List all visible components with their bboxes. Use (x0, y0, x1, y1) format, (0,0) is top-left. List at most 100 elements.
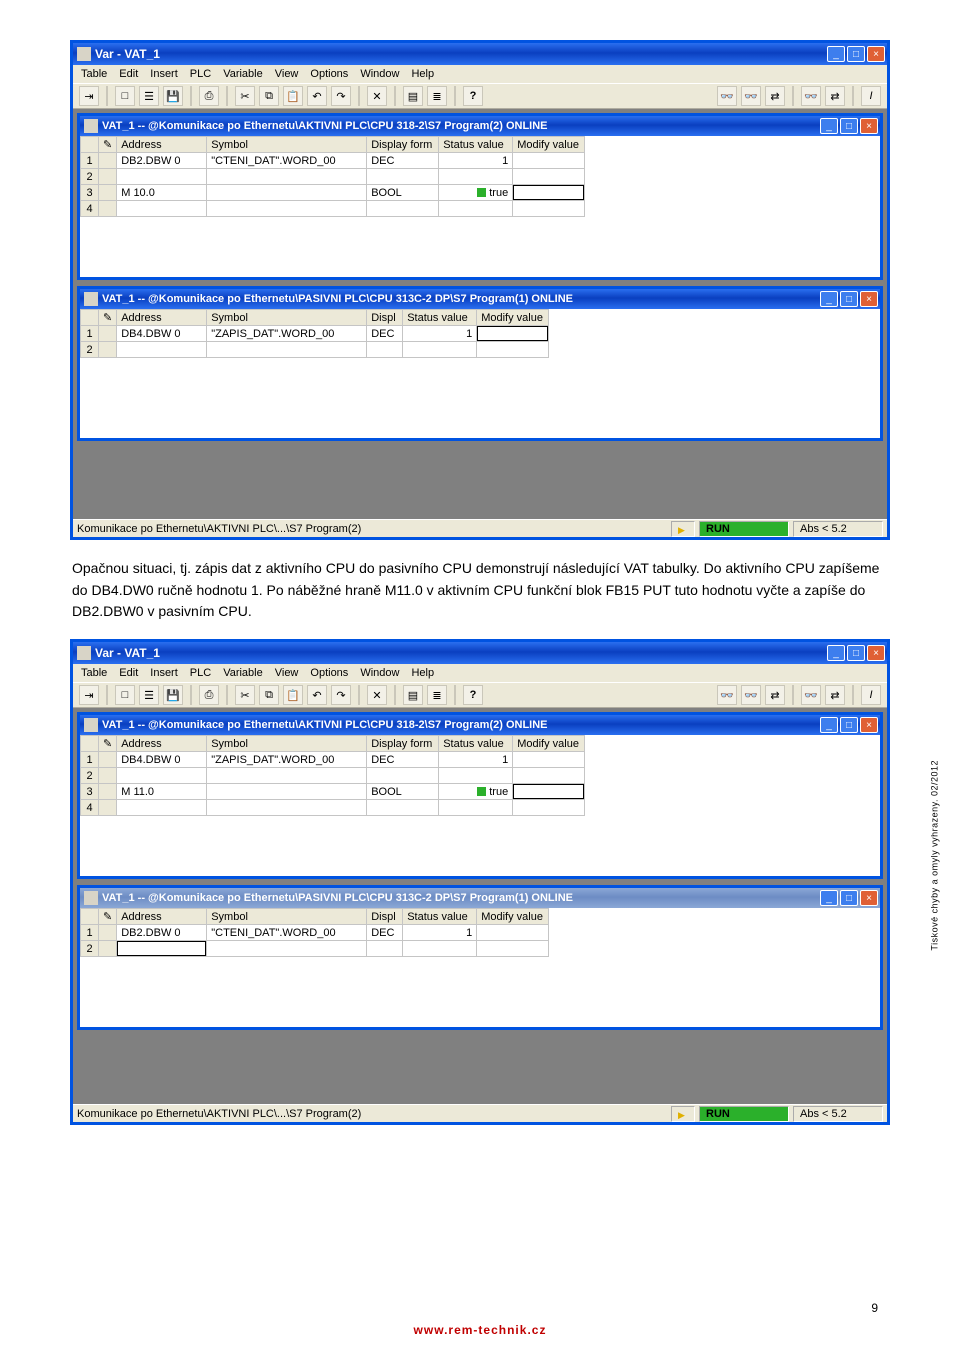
pin-icon[interactable]: ⇥ (79, 685, 99, 705)
menu-edit[interactable]: Edit (119, 68, 138, 80)
menu-view[interactable]: View (275, 667, 299, 679)
italic-icon[interactable]: I (861, 685, 881, 705)
monitor1-icon[interactable]: 👓 (717, 86, 737, 106)
menu-help[interactable]: Help (411, 68, 434, 80)
menu-table[interactable]: Table (81, 667, 107, 679)
menu-view[interactable]: View (275, 68, 299, 80)
child-minimize-button[interactable]: _ (820, 717, 838, 733)
menu-window[interactable]: Window (360, 68, 399, 80)
child-close-button[interactable]: × (860, 291, 878, 307)
active-cell[interactable] (513, 185, 585, 201)
child-maximize-button[interactable]: □ (840, 118, 858, 134)
help-icon[interactable]: ? (463, 86, 483, 106)
monitor3-icon[interactable]: 👓 (801, 86, 821, 106)
cut-icon[interactable]: ✂ (235, 685, 255, 705)
table-row: 2 (81, 768, 585, 784)
maximize-button[interactable]: □ (847, 645, 865, 661)
copy-icon[interactable]: ⧉ (259, 685, 279, 705)
child-title-text: VAT_1 -- @Komunikace po Ethernetu\PASIVN… (102, 892, 820, 904)
child-minimize-button[interactable]: _ (820, 118, 838, 134)
menu-edit[interactable]: Edit (119, 667, 138, 679)
print-icon[interactable]: ⎙ (199, 685, 219, 705)
pin-icon[interactable]: ⇥ (79, 86, 99, 106)
menu-help[interactable]: Help (411, 667, 434, 679)
child-titlebar[interactable]: VAT_1 -- @Komunikace po Ethernetu\AKTIVN… (80, 116, 880, 136)
new-icon[interactable]: □ (115, 685, 135, 705)
modify1-icon[interactable]: ⇄ (765, 685, 785, 705)
print-icon[interactable]: ⎙ (199, 86, 219, 106)
child-minimize-button[interactable]: _ (820, 291, 838, 307)
redo-icon[interactable]: ↷ (331, 685, 351, 705)
col-address[interactable]: Address (117, 137, 207, 153)
monitor1-icon[interactable]: 👓 (717, 685, 737, 705)
minimize-button[interactable]: _ (827, 645, 845, 661)
delete-icon[interactable]: ✕ (367, 685, 387, 705)
menu-table[interactable]: Table (81, 68, 107, 80)
menu-insert[interactable]: Insert (150, 667, 178, 679)
delete-icon[interactable]: ✕ (367, 86, 387, 106)
cut-icon[interactable]: ✂ (235, 86, 255, 106)
col-modify[interactable]: Modify value (513, 137, 585, 153)
redo-icon[interactable]: ↷ (331, 86, 351, 106)
paste-icon[interactable]: 📋 (283, 685, 303, 705)
vat-table-pasivni[interactable]: ✎ Address Symbol Displ Status value Modi… (80, 309, 549, 358)
insrow-icon[interactable]: ≣ (427, 86, 447, 106)
italic-icon[interactable]: I (861, 86, 881, 106)
undo-icon[interactable]: ↶ (307, 685, 327, 705)
toprow-icon[interactable]: ▤ (403, 685, 423, 705)
modify2-icon[interactable]: ⇄ (825, 685, 845, 705)
help-icon[interactable]: ? (463, 685, 483, 705)
menu-window[interactable]: Window (360, 667, 399, 679)
child-titlebar[interactable]: VAT_1 -- @Komunikace po Ethernetu\PASIVN… (80, 289, 880, 309)
close-button[interactable]: × (867, 645, 885, 661)
active-cell[interactable] (513, 784, 585, 800)
paragraph: Opačnou situaci, tj. zápis dat z aktivní… (72, 558, 888, 623)
col-status[interactable]: Status value (439, 137, 513, 153)
toprow-icon[interactable]: ▤ (403, 86, 423, 106)
insrow-icon[interactable]: ≣ (427, 685, 447, 705)
child-close-button[interactable]: × (860, 890, 878, 906)
col-symbol[interactable]: Symbol (207, 137, 367, 153)
paste-icon[interactable]: 📋 (283, 86, 303, 106)
vat-table-aktivni[interactable]: ✎ Address Symbol Display form Status val… (80, 136, 585, 217)
col-display[interactable]: Display form (367, 137, 439, 153)
child-titlebar[interactable]: VAT_1 -- @Komunikace po Ethernetu\AKTIVN… (80, 715, 880, 735)
monitor2-icon[interactable]: 👓 (741, 86, 761, 106)
monitor2-icon[interactable]: 👓 (741, 685, 761, 705)
new-icon[interactable]: □ (115, 86, 135, 106)
maximize-button[interactable]: □ (847, 46, 865, 62)
child-maximize-button[interactable]: □ (840, 291, 858, 307)
titlebar[interactable]: Var - VAT_1 _ □ × (73, 642, 887, 664)
active-cell[interactable] (477, 326, 549, 342)
menu-insert[interactable]: Insert (150, 68, 178, 80)
undo-icon[interactable]: ↶ (307, 86, 327, 106)
child-titlebar-inactive[interactable]: VAT_1 -- @Komunikace po Ethernetu\PASIVN… (80, 888, 880, 908)
monitor3-icon[interactable]: 👓 (801, 685, 821, 705)
close-button[interactable]: × (867, 46, 885, 62)
child-close-button[interactable]: × (860, 118, 878, 134)
child-minimize-button[interactable]: _ (820, 890, 838, 906)
vat-table-pasivni[interactable]: ✎ Address Symbol Displ Status value Modi… (80, 908, 549, 957)
child-maximize-button[interactable]: □ (840, 890, 858, 906)
menu-variable[interactable]: Variable (223, 667, 263, 679)
child-close-button[interactable]: × (860, 717, 878, 733)
menu-options[interactable]: Options (310, 667, 348, 679)
save-icon[interactable]: 💾 (163, 685, 183, 705)
open-icon[interactable]: ☰ (139, 86, 159, 106)
vat-table-aktivni[interactable]: ✎ Address Symbol Display form Status val… (80, 735, 585, 816)
copy-icon[interactable]: ⧉ (259, 86, 279, 106)
menu-plc[interactable]: PLC (190, 68, 211, 80)
child-maximize-button[interactable]: □ (840, 717, 858, 733)
menu-variable[interactable]: Variable (223, 68, 263, 80)
minimize-button[interactable]: _ (827, 46, 845, 62)
menu-plc[interactable]: PLC (190, 667, 211, 679)
save-icon[interactable]: 💾 (163, 86, 183, 106)
titlebar[interactable]: Var - VAT_1 _ □ × (73, 43, 887, 65)
table-row: 1 DB2.DBW 0 "CTENI_DAT".WORD_00 DEC 1 (81, 153, 585, 169)
modify2-icon[interactable]: ⇄ (825, 86, 845, 106)
menu-options[interactable]: Options (310, 68, 348, 80)
modify1-icon[interactable]: ⇄ (765, 86, 785, 106)
open-icon[interactable]: ☰ (139, 685, 159, 705)
active-cell[interactable] (117, 941, 207, 957)
footer-link[interactable]: www.rem-technik.cz (414, 1323, 547, 1337)
